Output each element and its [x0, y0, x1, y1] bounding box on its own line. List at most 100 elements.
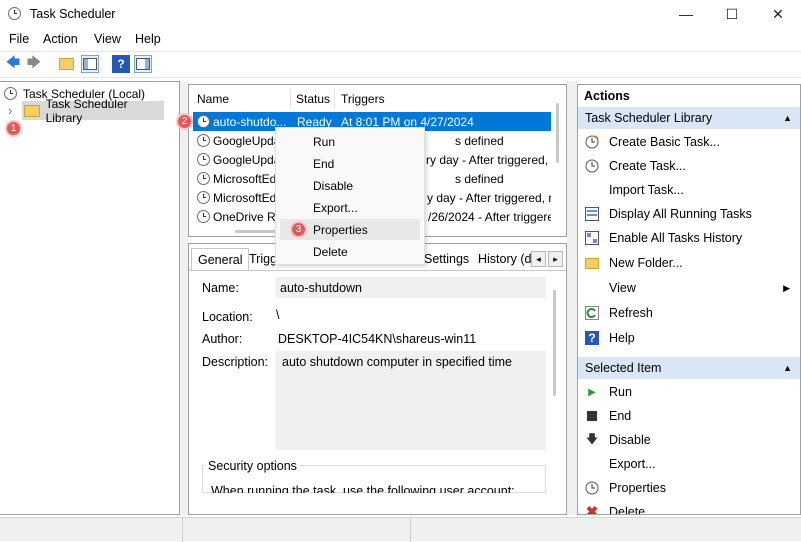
- action-end[interactable]: End: [578, 405, 800, 427]
- action-import-task[interactable]: Import Task...: [578, 179, 800, 201]
- security-options-title: Security options: [205, 459, 300, 473]
- action-label: Export...: [609, 457, 656, 471]
- action-export[interactable]: Export...: [578, 453, 800, 475]
- task-name: GoogleUpda: [213, 152, 281, 167]
- name-value: auto-shutdown: [280, 281, 363, 295]
- action-label: Enable All Tasks History: [609, 231, 743, 245]
- context-menu-end[interactable]: End: [280, 153, 420, 174]
- action-properties[interactable]: Properties: [578, 477, 800, 499]
- task-clock-icon: [197, 153, 210, 166]
- security-text-clip: When running the task, use the following…: [211, 485, 541, 493]
- column-separator[interactable]: [290, 89, 291, 109]
- action-delete[interactable]: ✖ Delete: [578, 501, 800, 514]
- menu-action[interactable]: Action: [43, 32, 78, 46]
- context-menu-disable[interactable]: Disable: [280, 175, 420, 196]
- task-clock-icon: [197, 191, 210, 204]
- action-help[interactable]: ? Help: [578, 327, 800, 349]
- action-create-basic-task[interactable]: Create Basic Task...: [578, 131, 800, 153]
- action-view[interactable]: View ▶: [578, 277, 800, 299]
- action-label: End: [609, 409, 632, 423]
- close-button[interactable]: ✕: [755, 0, 801, 28]
- expand-chevron-icon[interactable]: ›: [8, 103, 12, 118]
- context-menu-export[interactable]: Export...: [280, 197, 420, 218]
- menu-bar: File Action View Help: [0, 29, 801, 51]
- name-field[interactable]: auto-shutdown: [276, 277, 546, 298]
- security-text: When running the task, use the following…: [211, 485, 515, 493]
- status-divider: [410, 518, 411, 542]
- action-label: New Folder...: [609, 256, 683, 270]
- action-label: Import Task...: [609, 183, 684, 197]
- forward-arrow-icon[interactable]: 🡆: [25, 54, 43, 73]
- status-divider: [182, 518, 183, 542]
- tab-settings[interactable]: Settings: [418, 248, 475, 270]
- tab-general[interactable]: General: [191, 248, 250, 270]
- create-basic-task-icon: [585, 135, 599, 149]
- action-label: Create Task...: [609, 159, 686, 173]
- tab-scroll-right-button[interactable]: ▸: [548, 251, 563, 267]
- create-task-icon: [585, 159, 599, 173]
- up-folder-button[interactable]: [57, 55, 75, 73]
- action-label: Refresh: [609, 306, 653, 320]
- folder-icon: [585, 256, 599, 270]
- section-task-scheduler-library[interactable]: Task Scheduler Library ▲: [578, 107, 800, 129]
- end-icon: [585, 409, 599, 423]
- section-selected-item[interactable]: Selected Item ▲: [578, 357, 800, 379]
- column-separator[interactable]: [334, 89, 335, 109]
- task-name: GoogleUpda: [213, 133, 281, 148]
- task-triggers: y day - After triggered, r: [427, 190, 551, 205]
- description-field[interactable]: auto shutdown computer in specified time: [276, 351, 546, 450]
- run-icon: ▶: [588, 386, 596, 398]
- show-hide-console-tree-button[interactable]: [81, 55, 99, 73]
- name-label: Name:: [202, 281, 239, 295]
- step-badge-2: 2: [176, 113, 193, 130]
- action-disable[interactable]: 🡇 Disable: [578, 429, 800, 451]
- collapse-triangle-icon[interactable]: ▲: [783, 363, 792, 373]
- menu-view[interactable]: View: [94, 32, 121, 46]
- show-hide-action-pane-button[interactable]: [134, 55, 152, 73]
- menu-help[interactable]: Help: [135, 32, 161, 46]
- details-scrollbar[interactable]: [553, 290, 556, 396]
- tab-scroll-left-button[interactable]: ◂: [531, 251, 546, 267]
- task-clock-icon: [197, 210, 210, 223]
- task-list-scrollbar[interactable]: [556, 103, 559, 163]
- task-clock-icon: [197, 115, 210, 128]
- column-header-triggers[interactable]: Triggers: [341, 92, 385, 106]
- help-icon[interactable]: ?: [112, 55, 130, 73]
- context-menu-delete[interactable]: Delete: [280, 241, 420, 262]
- task-name: MicrosoftEd: [213, 171, 277, 186]
- minimize-button[interactable]: —: [663, 0, 709, 28]
- disable-icon: 🡇: [585, 431, 599, 446]
- maximize-button[interactable]: ☐: [709, 0, 755, 28]
- left-splitter[interactable]: [180, 81, 188, 515]
- action-label: Create Basic Task...: [609, 135, 720, 149]
- submenu-arrow-icon: ▶: [783, 282, 790, 293]
- action-label: Run: [609, 385, 632, 399]
- tree-item-task-scheduler-library[interactable]: › Task Scheduler Library: [8, 97, 164, 125]
- task-scheduler-app-icon: [8, 7, 21, 20]
- actions-title: Actions: [584, 89, 630, 103]
- right-splitter[interactable]: [567, 81, 577, 515]
- task-triggers: s defined: [455, 133, 504, 148]
- location-label: Location:: [202, 310, 253, 324]
- context-menu: Run End Disable Export... Properties Del…: [275, 127, 425, 265]
- column-header-status[interactable]: Status: [296, 92, 330, 106]
- action-label: Display All Running Tasks: [609, 207, 752, 221]
- action-label: View: [609, 281, 636, 295]
- back-arrow-icon[interactable]: 🡄: [4, 54, 22, 73]
- task-triggers: ry day - After triggered,: [426, 152, 549, 167]
- action-create-task[interactable]: Create Task...: [578, 155, 800, 177]
- actions-pane: Actions Task Scheduler Library ▲ Create …: [577, 84, 801, 515]
- collapse-triangle-icon[interactable]: ▲: [783, 113, 792, 123]
- action-display-running-tasks[interactable]: Display All Running Tasks: [578, 203, 800, 225]
- menu-file[interactable]: File: [9, 32, 29, 46]
- action-run[interactable]: ▶ Run: [578, 381, 800, 403]
- author-label: Author:: [202, 332, 243, 346]
- status-bar: [0, 517, 801, 542]
- action-refresh[interactable]: Refresh: [578, 302, 800, 324]
- tab-history[interactable]: History (d: [472, 248, 537, 270]
- column-header-name[interactable]: Name: [197, 92, 229, 106]
- toolbar: 🡄 🡆 ?: [0, 51, 801, 78]
- context-menu-run[interactable]: Run: [280, 131, 420, 152]
- action-new-folder[interactable]: New Folder...: [578, 252, 800, 274]
- action-enable-tasks-history[interactable]: Enable All Tasks History: [578, 227, 800, 249]
